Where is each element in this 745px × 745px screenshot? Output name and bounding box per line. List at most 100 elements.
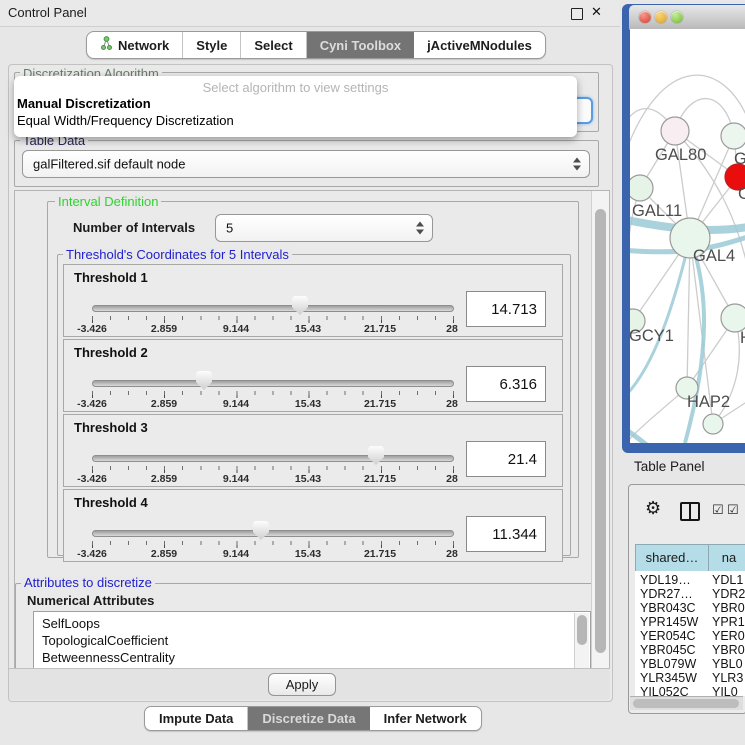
table-panel-title: Table Panel [634,459,705,474]
threshold-4-slider-track[interactable] [92,530,454,537]
settings-scrollbar-thumb[interactable] [595,209,606,653]
threshold-2-value-field[interactable]: 6.316 [466,366,546,402]
node-label-ga: GA [734,150,745,168]
table-cell[interactable]: YBR045C [640,643,696,657]
interval-definition-title: Interval Definition [55,194,161,209]
table-cell[interactable]: YLR345W [640,671,697,685]
gear-icon[interactable]: ⚙ [645,498,661,519]
threshold-1-slider-track[interactable] [92,305,454,312]
node-gal11[interactable] [630,175,653,201]
scale-label: 21.715 [348,398,412,410]
table-data-combobox[interactable]: galFiltered.sif default node [22,150,590,178]
scale-label: 9.144 [204,548,268,560]
table-cell[interactable]: YBR0 [712,643,745,657]
network-nodes[interactable] [630,117,745,434]
dropdown-option-manual[interactable]: Manual Discretization [14,95,577,112]
tab-jactivemnodules[interactable]: jActiveMNodules [414,32,545,58]
scale-label: 2.859 [132,323,196,335]
table-cell[interactable]: YDL1 [712,573,743,587]
combobox-arrows-icon [416,222,425,235]
float-window-icon[interactable] [571,8,583,20]
list-item[interactable]: BetweennessCentrality [34,649,590,666]
node-label-c: C [738,185,745,203]
tab-cyni-toolbox[interactable]: Cyni Toolbox [307,32,414,58]
threshold-2-slider-handle[interactable] [196,371,212,390]
scale-label: 9.144 [204,473,268,485]
tab-label: Style [196,38,227,53]
table-cell[interactable]: YBL079W [640,657,696,671]
node-h[interactable] [721,304,745,332]
scale-label: 15.43 [276,398,340,410]
list-scrollbar-thumb[interactable] [577,615,587,645]
column-header-shared[interactable]: shared… [635,544,709,572]
node-ga[interactable] [721,123,745,149]
threshold-1-slider-handle[interactable] [292,296,308,315]
table-cell[interactable]: YBL0 [712,657,743,671]
tab-style[interactable]: Style [183,32,241,58]
network-window-titlebar[interactable] [629,5,745,30]
mac-close-icon[interactable] [639,11,651,23]
close-icon[interactable]: ✕ [591,4,602,20]
numerical-attributes-list: SelfLoops TopologicalCoefficient Between… [33,611,591,670]
split-view-icon[interactable] [680,502,700,521]
table-cell[interactable]: YER0 [712,629,745,643]
threshold-4-box: Threshold 4 -3.426 2.859 9.144 15.43 21.… [63,489,563,562]
table-cell[interactable]: YLR3 [712,671,743,685]
network-canvas[interactable]: GAL80 GA C GAL11 GAL4 GCY1 H HAP2 [630,29,745,443]
attributes-group-title: Attributes to discretize [21,575,155,590]
node-gal80[interactable] [661,117,689,145]
threshold-2-box: Threshold 2 -3.426 2.859 9.144 15.43 21.… [63,339,563,412]
table-cell[interactable]: YDR27… [640,587,693,601]
control-panel-titlebar: Control Panel [0,0,620,27]
table-cell[interactable]: YPR145W [640,615,698,629]
number-of-intervals-combobox[interactable]: 5 [215,214,433,242]
checkbox-icon[interactable]: ☑ [712,502,724,518]
control-panel-tabs: Network Style Select Cyni Toolbox jActiv… [86,31,546,59]
combobox-arrows-icon [573,158,582,171]
scale-label: 15.43 [276,473,340,485]
table-cell[interactable]: YDR2 [712,587,745,601]
scale-label: 15.43 [276,323,340,335]
scale-label: -3.426 [60,398,124,410]
table-cell[interactable]: YBR043C [640,601,696,615]
list-item[interactable]: SelfLoops [34,612,590,632]
scale-label: 21.715 [348,473,412,485]
mac-minimize-icon[interactable] [655,11,667,23]
number-of-intervals-label: Number of Intervals [73,220,195,235]
tab-select[interactable]: Select [241,32,306,58]
settings-scroll-area: Interval Definition Number of Intervals … [14,190,610,670]
list-item[interactable]: TopologicalCoefficient [34,632,590,649]
threshold-3-slider-handle[interactable] [368,446,384,465]
table-cell[interactable]: YBR0 [712,601,745,615]
tab-impute-data[interactable]: Impute Data [145,707,248,730]
tab-network[interactable]: Network [87,32,183,58]
threshold-1-value-field[interactable]: 14.713 [466,291,546,327]
node-label-gal11: GAL11 [632,202,682,220]
dropdown-option-equal-width[interactable]: Equal Width/Frequency Discretization [14,112,577,129]
tab-label: jActiveMNodules [427,38,532,53]
table-cell[interactable]: YDL19… [640,573,691,587]
tab-discretize-data[interactable]: Discretize Data [248,707,369,730]
table-horizontal-scrollbar-thumb[interactable] [633,699,739,708]
node-partial[interactable] [703,414,723,434]
column-header-name[interactable]: na [708,544,745,572]
table-horizontal-scrollbar[interactable] [630,696,743,710]
apply-button[interactable]: Apply [268,673,336,696]
node-label-gcy1: GCY1 [630,327,674,345]
threshold-3-slider-track[interactable] [92,455,454,462]
tab-label: Network [118,38,169,53]
tab-infer-network[interactable]: Infer Network [370,707,481,730]
mac-zoom-icon[interactable] [671,11,683,23]
threshold-2-slider-track[interactable] [92,380,454,387]
list-scrollbar[interactable] [574,613,589,670]
threshold-4-slider-handle[interactable] [253,521,269,540]
threshold-3-box: Threshold 3 -3.426 2.859 9.144 15.43 21.… [63,414,563,487]
threshold-4-value-field[interactable]: 11.344 [466,516,546,552]
slider-minor-ticks [92,316,454,320]
slider-minor-ticks [92,466,454,470]
checkbox-icon[interactable]: ☑ [727,502,739,518]
threshold-3-value-field[interactable]: 21.4 [466,441,546,477]
settings-scrollbar[interactable] [591,191,610,669]
table-cell[interactable]: YER054C [640,629,696,643]
table-cell[interactable]: YPR1 [712,615,745,629]
